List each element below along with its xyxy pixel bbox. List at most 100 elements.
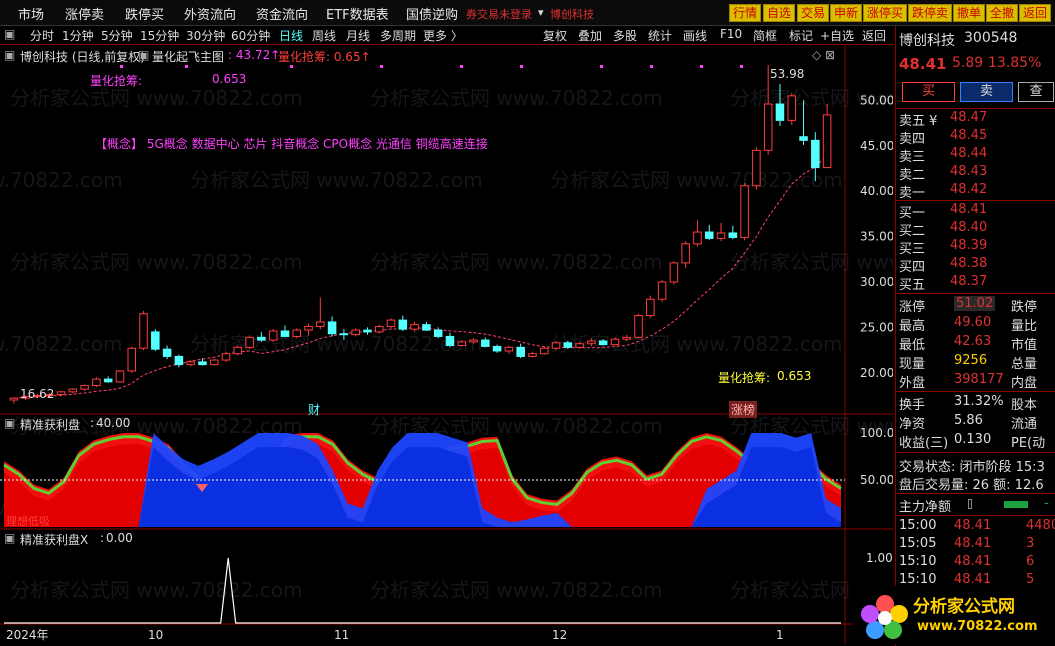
panel2-options-icon[interactable]: ▣ (4, 416, 15, 430)
tool-overlay-button[interactable]: 叠加 (578, 27, 602, 44)
tool-stats-button[interactable]: 统计 (648, 27, 672, 44)
bid-row[interactable]: 买四 48.38 (896, 256, 1055, 275)
menu-item-limit-down-buy[interactable]: 跌停买 (125, 4, 164, 23)
indicator-options-icon[interactable]: ▣ (138, 48, 149, 62)
tab-period-monthly[interactable]: 月线 (346, 27, 370, 44)
quick-btn-limit-down-sell[interactable]: 跌停卖 (908, 4, 953, 22)
ask-row[interactable]: 卖四 48.45 (896, 128, 1055, 147)
candle-body (587, 340, 596, 345)
watermark-text: 分析家公式网 www.70822.com (190, 168, 483, 192)
ask-row-label: 卖二 (899, 168, 926, 183)
quick-btn-quote[interactable]: 行情 (729, 4, 762, 22)
stat-row-value: 51.02 (954, 296, 996, 311)
divider (896, 200, 1055, 201)
limit-up-marker[interactable]: 涨榜 (729, 401, 758, 418)
quick-btn-cancel-all[interactable]: 全撤 (986, 4, 1019, 22)
stat-row[interactable]: 现量 9256 总量 (896, 353, 1055, 372)
stat-row[interactable]: 最高 49.60 量比 (896, 315, 1055, 334)
tick-row[interactable]: 15:00 48.41 4480 (896, 518, 1055, 536)
earnings-marker[interactable]: 财 (308, 401, 320, 418)
stat2-row[interactable]: 净资 5.86 流通 (896, 413, 1055, 432)
y-axis-tick-label: 50.00 (860, 473, 893, 487)
candle-body (787, 95, 797, 121)
menu-item-capital-flow[interactable]: 资金流向 (256, 4, 308, 23)
tick-row[interactable]: 15:05 48.41 3 (896, 536, 1055, 554)
signal-dot (520, 65, 523, 68)
x-axis-tick-label: 1 (776, 628, 784, 642)
tab-period-30m[interactable]: 30分钟 (186, 27, 225, 44)
flower-logo-icon (861, 595, 908, 639)
watermark-text: 分析家公式网 www.70822.com (370, 250, 663, 274)
tool-draw-button[interactable]: 画线 (683, 27, 707, 44)
stat-row[interactable]: 外盘 398177 内盘 (896, 372, 1055, 391)
stat-row[interactable]: 最低 42.63 市值 (896, 334, 1055, 353)
menu-item-limit-up-sell[interactable]: 涨停卖 (65, 4, 104, 23)
quick-btn-watchlist[interactable]: 自选 (763, 4, 796, 22)
y-axis-tick-label: 30.00 (860, 275, 893, 289)
bid-row-label: 买一 (899, 206, 926, 221)
tab-period-more[interactable]: 更多 〉 (423, 27, 463, 44)
bid-row[interactable]: 买一 48.41 (896, 202, 1055, 221)
candle-body (551, 342, 561, 349)
quick-btn-cancel[interactable]: 撤单 (953, 4, 986, 22)
sidebar-toggle-icon[interactable]: ▣ (4, 27, 15, 41)
stat2-row[interactable]: 收益(三) 0.130 PE(动 (896, 432, 1055, 451)
quick-btn-back[interactable]: 返回 (1019, 4, 1052, 22)
stock-dropdown[interactable]: 博创科技 (550, 6, 594, 22)
ask-row[interactable]: 卖三 48.44 (896, 146, 1055, 165)
tab-period-15m[interactable]: 15分钟 (140, 27, 179, 44)
tool-multi-stock-button[interactable]: 多股 (613, 27, 637, 44)
bid-row[interactable]: 买二 48.40 (896, 220, 1055, 239)
y-axis-tick-label: 35.00 (860, 230, 893, 244)
menu-item-foreign-flow[interactable]: 外资流向 (184, 4, 236, 23)
tab-period-1m[interactable]: 1分钟 (62, 27, 94, 44)
candle-body (186, 361, 195, 366)
quick-btn-limit-up-buy[interactable]: 涨停买 (863, 4, 908, 22)
tab-period-5m[interactable]: 5分钟 (101, 27, 133, 44)
indicator-name: 量化起飞主图 (152, 50, 225, 64)
menu-item-market[interactable]: 市场 (18, 4, 44, 23)
ask-row[interactable]: 卖二 48.43 (896, 164, 1055, 183)
chevron-down-icon[interactable]: ▾ (538, 6, 544, 19)
tab-period-intraday[interactable]: 分时 (30, 27, 54, 44)
high-price-label: 53.98 (770, 67, 805, 81)
ask-row[interactable]: 卖五 ¥ 48.47 (896, 110, 1055, 129)
stat2-row-label: 换手 (899, 398, 926, 413)
tab-period-multi[interactable]: 多周期 (380, 27, 416, 44)
bid-row[interactable]: 买三 48.39 (896, 238, 1055, 257)
panel3-options-icon[interactable]: ▣ (4, 531, 15, 545)
bid-row-value: 48.39 (950, 238, 988, 253)
tab-period-60m[interactable]: 60分钟 (231, 27, 270, 44)
tab-period-weekly[interactable]: 周线 (312, 27, 336, 44)
stat-row[interactable]: 涨停 51.02 跌停 (896, 296, 1055, 315)
candle-body (410, 324, 419, 330)
quick-btn-trade[interactable]: 交易 (797, 4, 830, 22)
settings-diamond-icon[interactable]: ◇ ⊠ (812, 48, 835, 62)
chart-options-icon[interactable]: ▣ (4, 48, 15, 62)
bid-row[interactable]: 买五 48.37 (896, 274, 1055, 293)
tool-frame-button[interactable]: 简框 (753, 27, 777, 44)
panel3-title: 精准获利盘X (20, 533, 89, 547)
stat2-row[interactable]: 换手 31.32% 股本 (896, 394, 1055, 413)
menu-item-repo[interactable]: 国债逆购 (406, 4, 458, 23)
tool-add-watch-button[interactable]: +自选 (820, 27, 854, 44)
tool-back-button[interactable]: 返回 (862, 27, 886, 44)
tool-f10-button[interactable]: F10 (720, 27, 742, 41)
sell-button[interactable]: 卖 (960, 82, 1013, 102)
query-button[interactable]: 查 (1018, 82, 1054, 102)
buy-button[interactable]: 买 (902, 82, 955, 102)
tick-row[interactable]: 15:10 48.41 6 (896, 554, 1055, 572)
quick-btn-ipo[interactable]: 申新 (830, 4, 863, 22)
candle-body (9, 397, 19, 401)
chart-area[interactable]: 分析家公式网 www.70822.com 分析家公式网 www.70822.com… (0, 45, 1055, 645)
tool-adjust-button[interactable]: 复权 (543, 27, 567, 44)
tab-period-daily[interactable]: 日线 (279, 27, 303, 44)
stat2-row-label2: PE(动 (1011, 436, 1046, 451)
tool-mark-button[interactable]: 标记 (789, 27, 813, 44)
flow-scrollbar[interactable] (968, 499, 972, 509)
last-price: 48.41 (899, 55, 947, 73)
bottom-signal-label: 量化抢筹: (718, 371, 771, 385)
candle-body (492, 345, 502, 352)
ask-row[interactable]: 卖一 48.42 (896, 182, 1055, 201)
menu-item-etf-table[interactable]: ETF数据表 (326, 4, 389, 23)
